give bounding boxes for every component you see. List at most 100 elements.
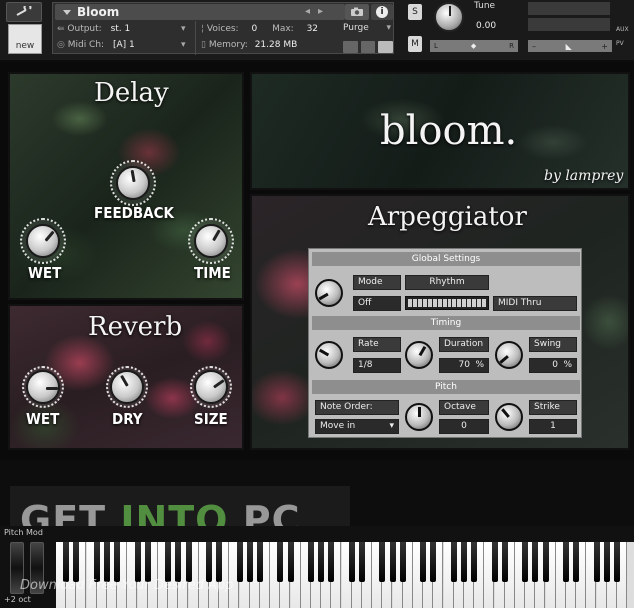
octave-value[interactable]: 0 (439, 419, 489, 434)
black-key[interactable] (389, 542, 396, 582)
black-key[interactable] (593, 542, 600, 582)
duration-unit: % (475, 360, 484, 370)
black-key[interactable] (318, 542, 325, 582)
octave-knob[interactable] (405, 403, 433, 431)
note-order-dropdown[interactable]: Move in ▾ (315, 419, 399, 434)
black-key[interactable] (63, 542, 70, 582)
black-key[interactable] (501, 542, 508, 582)
black-key[interactable] (134, 542, 141, 582)
arpeggiator-gui: Global Settings Mode Off Rhythm MIDI Thr… (308, 248, 582, 438)
black-key[interactable] (348, 542, 355, 582)
info-icon: i (376, 6, 388, 18)
black-key[interactable] (522, 542, 529, 582)
mute-button[interactable]: M (408, 36, 422, 52)
pv-label[interactable]: PV (616, 40, 624, 47)
new-button[interactable]: new (8, 24, 42, 54)
instrument-gui: Delay FEEDBACK WET TIME bloom. by lampre… (0, 62, 634, 460)
pan-center-handle[interactable]: ◆ (471, 42, 476, 50)
reverb-size-knob[interactable] (194, 370, 228, 404)
instrument-header: new Bloom ◂▸ i ⇚ Output: st. 1 ▾ ◎ Midi … (0, 0, 634, 60)
black-key[interactable] (573, 542, 580, 582)
volume-slider[interactable]: – ◣ + (528, 40, 612, 52)
tune-knob[interactable] (434, 2, 464, 32)
output-row[interactable]: ⇚ Output: st. 1 ▾ (57, 24, 186, 34)
duration-knob[interactable] (405, 341, 433, 369)
delay-time-knob[interactable] (194, 224, 228, 258)
black-key[interactable] (206, 542, 212, 582)
black-key[interactable] (175, 542, 182, 582)
pan-slider[interactable]: L ◆ R (430, 40, 518, 52)
instrument-title-bar[interactable]: Bloom ◂▸ (55, 4, 345, 20)
black-key[interactable] (287, 542, 294, 582)
black-key[interactable] (257, 542, 263, 582)
black-key[interactable] (450, 542, 457, 582)
mode-knob[interactable] (315, 279, 343, 307)
delay-wet-knob[interactable] (26, 224, 60, 258)
reverb-wet-knob[interactable] (26, 370, 60, 404)
mute-label: M (411, 39, 419, 49)
pan-left-label: L (434, 42, 438, 50)
solo-button[interactable]: S (408, 4, 422, 20)
piano-keyboard[interactable] (56, 542, 634, 608)
aux-label[interactable]: AUX (616, 26, 629, 33)
purge-label: Purge (343, 23, 369, 33)
black-key[interactable] (542, 542, 549, 582)
rate-knob[interactable] (315, 341, 343, 369)
global-settings-header: Global Settings (312, 252, 580, 266)
black-key[interactable] (532, 542, 539, 582)
strike-value[interactable]: 1 (529, 419, 577, 434)
black-key[interactable] (114, 542, 121, 582)
black-key[interactable] (277, 542, 284, 582)
black-key[interactable] (461, 542, 467, 582)
delay-feedback-knob[interactable] (116, 166, 150, 200)
voices-row: ¦ Voices: 0 Max: 32 (201, 24, 319, 34)
black-key[interactable] (614, 542, 620, 582)
rate-value[interactable]: 1/8 (353, 358, 401, 373)
instrument-strip: Bloom ◂▸ i ⇚ Output: st. 1 ▾ ◎ Midi Ch: … (52, 2, 394, 55)
reverb-dry-knob[interactable] (110, 370, 144, 404)
black-key[interactable] (104, 542, 110, 582)
black-key[interactable] (246, 542, 253, 582)
camera-icon[interactable] (345, 4, 369, 20)
black-key[interactable] (328, 542, 335, 582)
black-key[interactable] (308, 542, 314, 582)
reverb-panel: Reverb WET DRY SIZE (8, 304, 244, 450)
black-key[interactable] (144, 542, 151, 582)
delay-time-label: TIME (194, 264, 231, 282)
midi-thru-button[interactable]: MIDI Thru (493, 296, 577, 311)
black-key[interactable] (430, 542, 437, 582)
voices-label: Voices: (206, 24, 239, 34)
midi-row[interactable]: ◎ Midi Ch: [A] 1 ▾ (57, 40, 186, 50)
black-key[interactable] (379, 542, 386, 582)
black-key[interactable] (603, 542, 610, 582)
black-key[interactable] (93, 542, 100, 582)
black-key[interactable] (236, 542, 243, 582)
black-key[interactable] (471, 542, 478, 582)
swing-field[interactable]: 0 % (529, 358, 577, 373)
collapse-triangle-icon[interactable] (63, 10, 71, 15)
mode-value[interactable]: Off (353, 296, 401, 311)
black-key[interactable] (420, 542, 427, 582)
prev-next-arrows-icon[interactable]: ◂▸ (305, 6, 331, 17)
purge-dropdown[interactable]: Purge ▾ (343, 23, 393, 37)
duration-field[interactable]: 70 % (439, 358, 489, 373)
pitch-header: Pitch (312, 380, 580, 394)
rhythm-step-sequencer[interactable] (405, 296, 489, 310)
black-key[interactable] (216, 542, 223, 582)
delay-panel: Delay FEEDBACK WET TIME (8, 72, 244, 300)
black-key[interactable] (185, 542, 192, 582)
black-key[interactable] (73, 542, 80, 582)
wrench-icon[interactable] (6, 2, 42, 22)
black-key[interactable] (359, 542, 365, 582)
swing-knob[interactable] (495, 341, 523, 369)
info-button[interactable]: i (371, 4, 393, 20)
black-key[interactable] (399, 542, 406, 582)
strike-label: Strike (529, 400, 577, 415)
strike-knob[interactable] (495, 403, 523, 431)
black-key[interactable] (165, 542, 172, 582)
black-key[interactable] (563, 542, 569, 582)
black-key[interactable] (491, 542, 498, 582)
octave-shift-label[interactable]: +2 oct (4, 595, 31, 604)
mode-label: Mode (353, 275, 401, 290)
swing-label: Swing (529, 337, 577, 352)
